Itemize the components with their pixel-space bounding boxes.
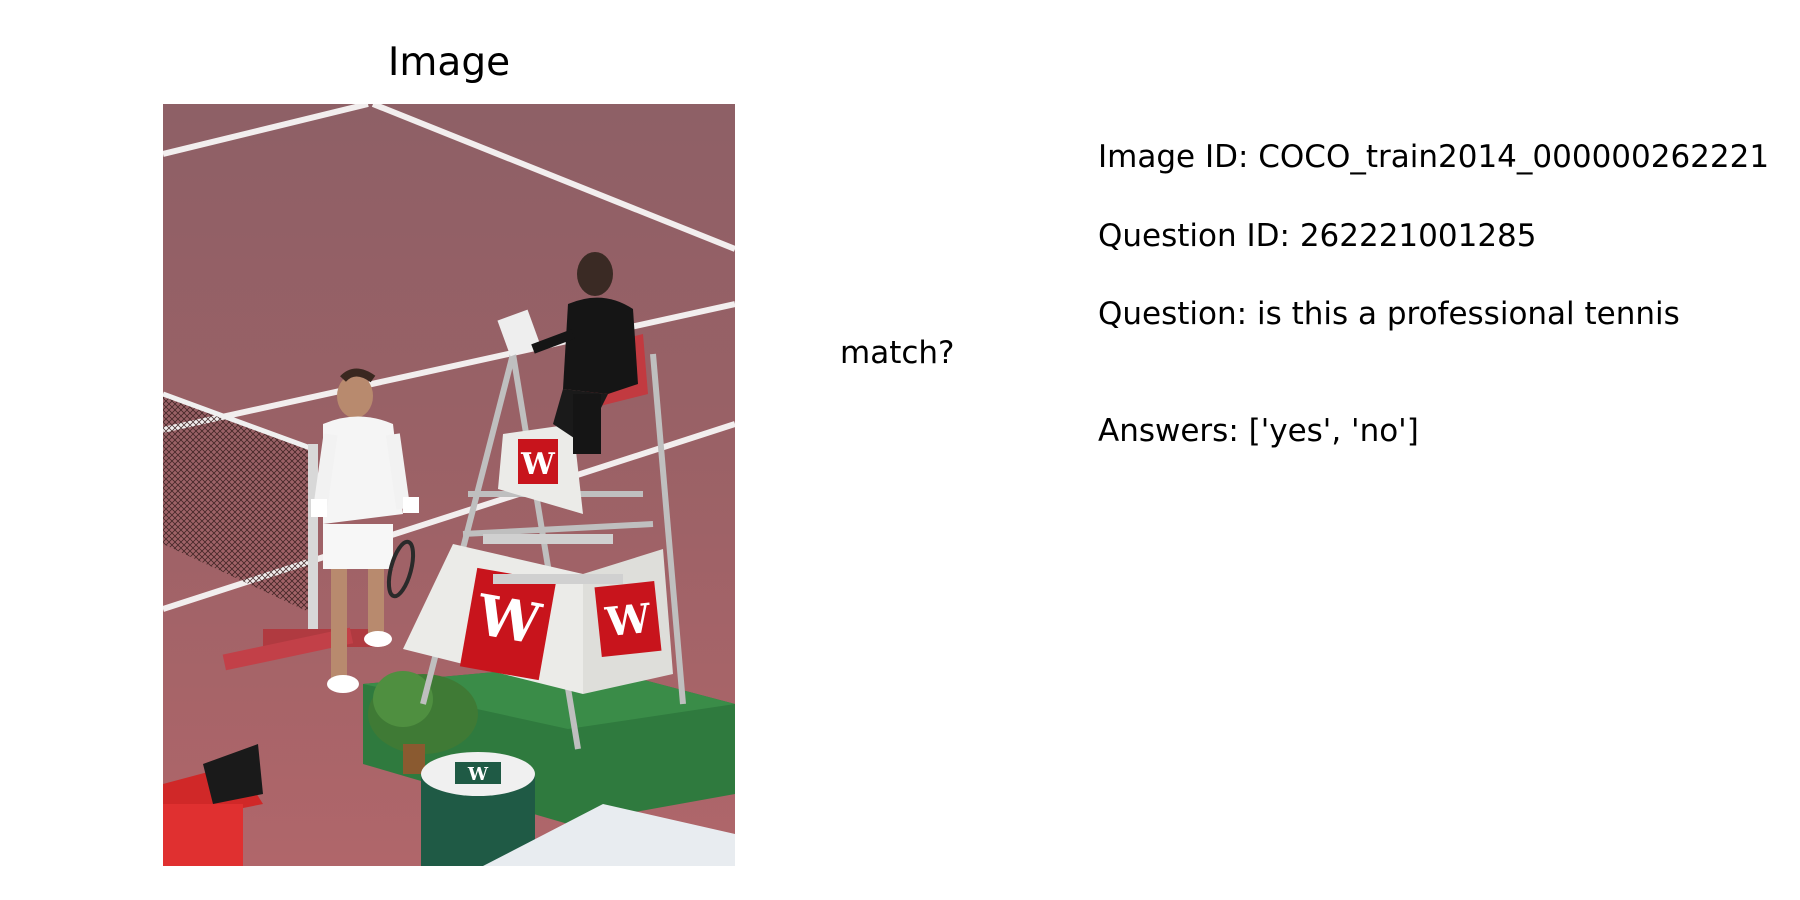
question-id-text: Question ID: 262221001285	[1098, 217, 1537, 254]
answers-text: Answers: ['yes', 'no']	[1098, 413, 1419, 449]
svg-text:W: W	[602, 595, 654, 647]
question-text: Question: is this a professional tennis …	[840, 296, 1690, 371]
panel-title: Image	[387, 40, 511, 85]
svg-text:W: W	[471, 582, 546, 658]
svg-text:W: W	[520, 447, 556, 482]
question-info-panel: Image ID: COCO_train2014_000000262221 Qu…	[840, 138, 1780, 451]
tennis-match-photo: W W W W	[163, 104, 735, 866]
svg-text:W: W	[467, 764, 489, 785]
image-id-text: Image ID: COCO_train2014_000000262221	[1098, 139, 1770, 175]
